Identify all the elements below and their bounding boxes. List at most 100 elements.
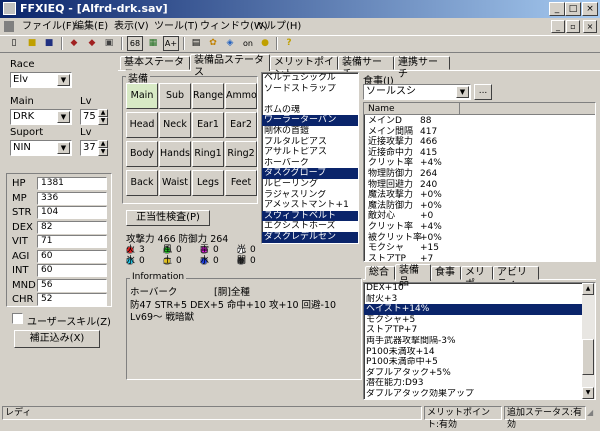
mdi-minimize-icon[interactable]: _ (551, 20, 565, 33)
menu-help[interactable]: ヘルプ(H) (254, 19, 303, 34)
equip-list-item[interactable]: エクシストホーズ (262, 221, 358, 232)
main-job-select[interactable]: DRK▼ (10, 109, 72, 125)
chevron-down-icon[interactable]: ▼ (456, 86, 469, 98)
stat-table-row[interactable]: 被クリット率+0% (364, 233, 595, 244)
open-icon[interactable]: ■ (24, 36, 40, 51)
support-lv-spinner[interactable]: ▲▼ (98, 140, 108, 156)
support-job-select[interactable]: NIN▼ (10, 140, 72, 156)
bottom-tab-4[interactable]: アビリティ (493, 266, 539, 280)
mdi-close-icon[interactable]: × (583, 20, 597, 33)
equip-icon[interactable]: ◆ (66, 36, 82, 51)
slot-button-hands[interactable]: Hands (159, 141, 191, 167)
on-icon[interactable]: on (240, 36, 256, 51)
slot-button-back[interactable]: Back (126, 170, 158, 196)
user-skill-checkbox[interactable] (12, 313, 23, 324)
scroll-up-icon[interactable]: ▲ (582, 283, 594, 295)
effect-list-item[interactable]: P100未満攻+14 (364, 347, 582, 358)
stat-table-header-name[interactable]: Name (368, 103, 395, 115)
slot-button-body[interactable]: Body (126, 141, 158, 167)
bottom-tab-3[interactable]: メリポ (461, 266, 493, 280)
equip-list-item[interactable]: アメッストマント+1 (262, 200, 358, 211)
grid-icon[interactable]: ▦ (145, 36, 161, 51)
race-select[interactable]: Elv▼ (10, 72, 72, 88)
menu-file[interactable]: ファイル(F) (20, 19, 78, 34)
effect-list-item[interactable]: ダブルアタック効果アップ (364, 389, 582, 400)
stat-table-row[interactable]: 近接命中力415 (364, 148, 595, 159)
bottom-tab-0[interactable]: 総合 (365, 266, 395, 280)
scroll-thumb[interactable] (582, 339, 594, 375)
effects-list[interactable]: DEX+10耐火+3ヘイスト+14%モクシャ+5ストアTP+7両手武器攻撃間隔-… (363, 282, 596, 400)
save-icon[interactable]: ■ (41, 36, 57, 51)
equip-list-item[interactable]: 剛休の首鎧 (262, 126, 358, 137)
aplus-icon[interactable]: A+ (163, 36, 179, 51)
effect-list-item[interactable]: 耐火+3 (364, 294, 582, 305)
effects-scrollbar[interactable]: ▲ ▼ (582, 283, 595, 399)
equip-list-item[interactable]: ブルタルピアス (262, 137, 358, 148)
gear-icon[interactable]: ✿ (205, 36, 221, 51)
stat-table[interactable]: Name メインD88メイン間隔417近接攻撃力466近接命中力415クリット率… (363, 102, 596, 262)
help-icon[interactable]: ? (281, 36, 297, 51)
validity-check-button[interactable]: 正当性検査(P) (126, 210, 210, 226)
stat-table-row[interactable]: ストアTP+7 (364, 254, 595, 262)
chevron-down-icon[interactable]: ▼ (57, 111, 70, 123)
menu-tools[interactable]: ツール(T) (152, 19, 200, 34)
cube-icon[interactable]: ◈ (222, 36, 238, 51)
food-select[interactable]: ソールスシ▼ (363, 84, 471, 100)
equip-list-item[interactable]: ルビーリング (262, 179, 358, 190)
user-skill-label[interactable]: ユーザースキル(Z) (27, 313, 111, 328)
main-lv-spinner[interactable]: ▲▼ (98, 109, 108, 125)
slot-button-sub[interactable]: Sub (159, 83, 191, 109)
effect-list-item[interactable]: DEX+10 (364, 283, 582, 294)
stat-table-row[interactable]: 近接攻撃力466 (364, 137, 595, 148)
slot-button-neck[interactable]: Neck (159, 112, 191, 138)
effect-list-item[interactable]: P100未満命中+5 (364, 357, 582, 368)
stat-table-row[interactable]: メインD88 (364, 116, 595, 127)
slot-button-legs[interactable]: Legs (192, 170, 224, 196)
level68-icon[interactable]: 68 (127, 36, 143, 51)
print-icon[interactable]: ▣ (101, 36, 117, 51)
chevron-down-icon[interactable]: ▼ (57, 74, 70, 86)
slot-button-feet[interactable]: Feet (225, 170, 257, 196)
scroll-down-icon[interactable]: ▼ (582, 387, 594, 399)
stat-table-row[interactable]: 物理回避力240 (364, 180, 595, 191)
tab-equip-search[interactable]: 装備サーチ (338, 56, 394, 70)
effect-list-item[interactable]: ヘイスト+14% (364, 304, 582, 315)
equip-list-item[interactable] (262, 94, 358, 105)
mdi-restore-icon[interactable]: ▫ (566, 20, 580, 33)
correction-button[interactable]: 補正込み(X) (14, 330, 100, 348)
equip-list-item[interactable]: アサルトピアス (262, 147, 358, 158)
slot-button-main[interactable]: Main (126, 83, 158, 109)
effect-list-item[interactable]: 潜在能力:D93 (364, 378, 582, 389)
equip-list-item[interactable]: ダスクレデルセン (262, 232, 358, 243)
equip-list-item[interactable]: ボムの魂 (262, 105, 358, 116)
stat-table-row[interactable]: メイン間隔417 (364, 127, 595, 138)
effect-list-item[interactable]: ダブルアタック+5% (364, 368, 582, 379)
stat-table-row[interactable]: 魔法攻撃力+0% (364, 190, 595, 201)
title-bar[interactable]: FFXIEQ - [Alfrd-drk.sav] (0, 0, 600, 18)
minimize-icon[interactable]: _ (549, 2, 565, 16)
slot-button-waist[interactable]: Waist (159, 170, 191, 196)
support-lv-input[interactable]: 37 (80, 140, 98, 156)
table-icon[interactable]: ▤ (188, 36, 204, 51)
menu-view[interactable]: 表示(V) (112, 19, 151, 34)
slot-button-ring2[interactable]: Ring2 (225, 141, 257, 167)
tab-basic-status[interactable]: 基本ステータス (120, 56, 190, 70)
main-lv-input[interactable]: 75 (80, 109, 98, 125)
equip-list[interactable]: ベルデュシックルソードストラップボムの魂ワーラーターバン剛休の首鎧ブルタルピアス… (261, 72, 359, 244)
tab-merit-points[interactable]: メリットポイント (270, 56, 338, 70)
effect-list-item[interactable]: 両手武器攻撃間隔-3% (364, 336, 582, 347)
new-icon[interactable]: ▯ (6, 36, 22, 51)
bottom-tab-2[interactable]: 食事 (431, 266, 461, 280)
bottom-tab-1[interactable]: 装備品 (395, 264, 431, 281)
effect-list-item[interactable]: ストアTP+7 (364, 325, 582, 336)
equip-list-item[interactable]: ホーバーク (262, 158, 358, 169)
stat-table-row[interactable]: 物理防御力264 (364, 169, 595, 180)
resize-grip-icon[interactable]: ◢ (587, 408, 593, 417)
food-more-button[interactable]: ... (474, 84, 492, 100)
menu-edit[interactable]: 編集(E) (72, 19, 110, 34)
stat-table-row[interactable]: クリット率+4% (364, 158, 595, 169)
coin-icon[interactable]: ● (257, 36, 273, 51)
equip2-icon[interactable]: ◆ (84, 36, 100, 51)
slot-button-ring1[interactable]: Ring1 (192, 141, 224, 167)
equip-list-item[interactable]: ソードストラップ (262, 84, 358, 95)
